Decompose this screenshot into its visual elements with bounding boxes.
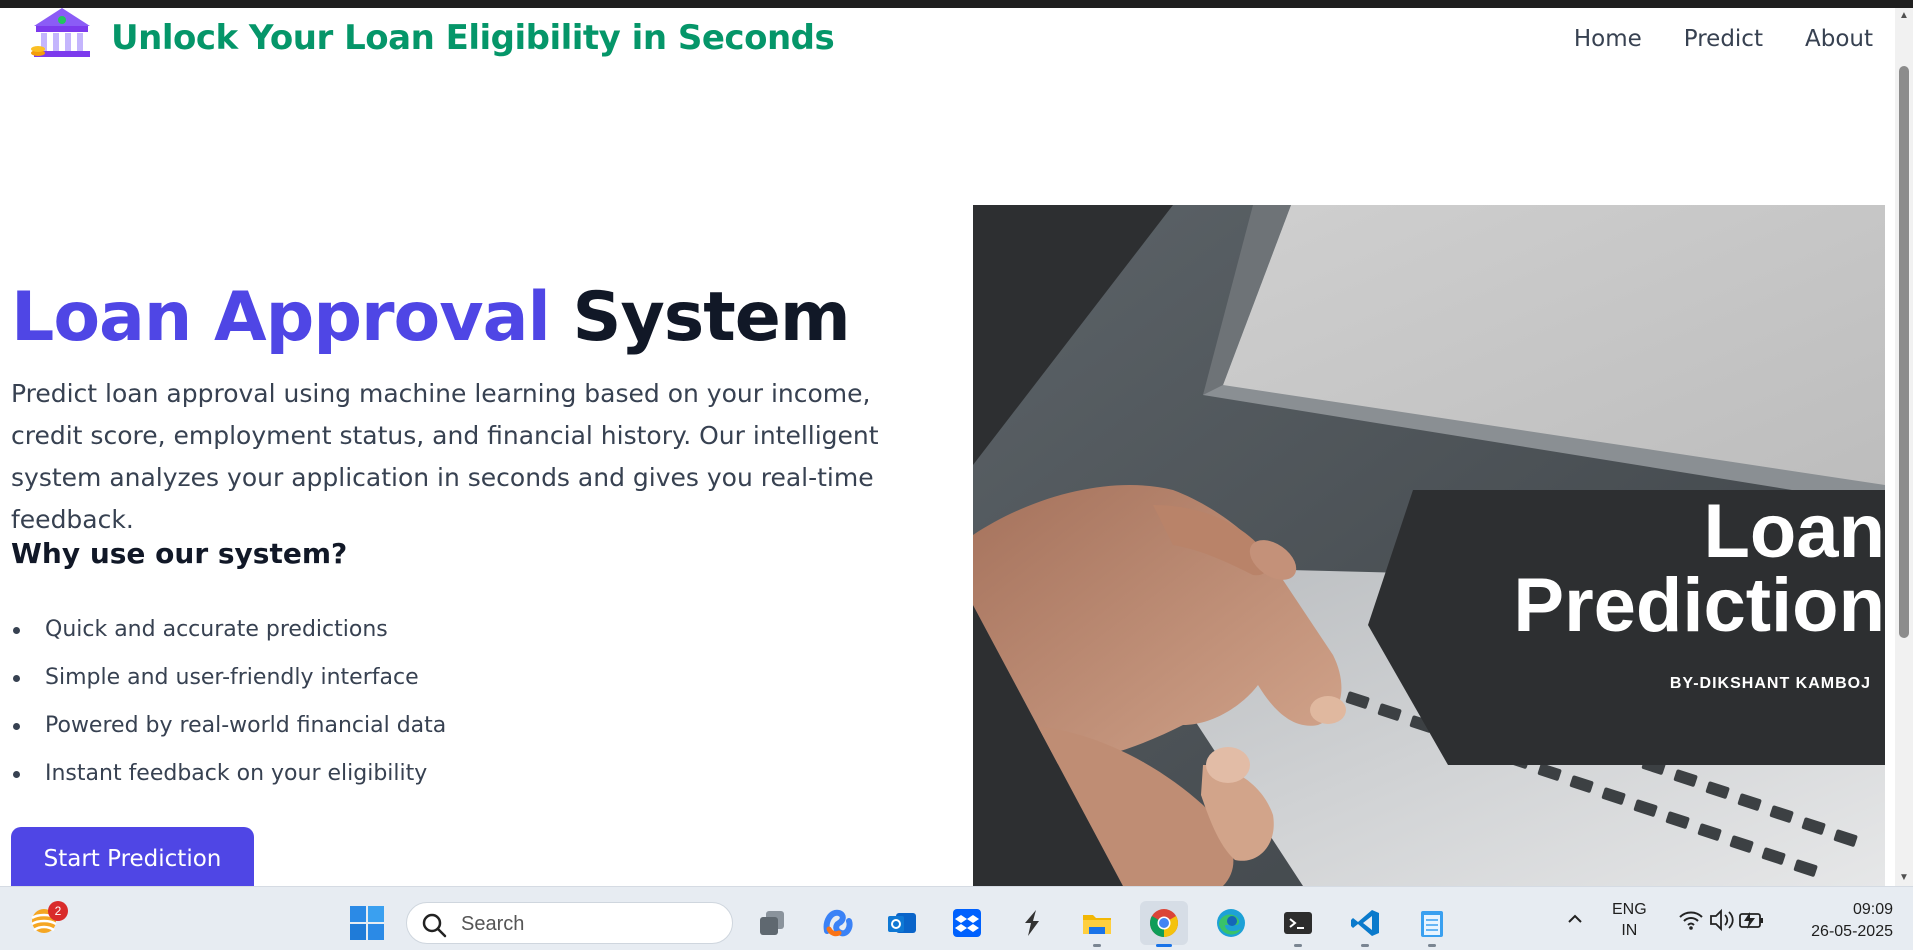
region-code: IN — [1621, 922, 1638, 939]
terminal-icon[interactable] — [1274, 901, 1322, 947]
search-placeholder: Search — [461, 913, 525, 935]
clock-time: 09:09 — [1852, 901, 1893, 918]
chrome-icon[interactable] — [1140, 901, 1188, 947]
running-indicator — [1294, 944, 1302, 947]
feature-list: Quick and accurate predictions Simple an… — [11, 612, 446, 804]
windows-taskbar: 2 Search ENG IN 09:09 26-05-2025 — [0, 886, 1913, 950]
language-code: ENG — [1612, 901, 1647, 918]
bank-building-icon[interactable] — [28, 8, 96, 60]
running-indicator — [1428, 944, 1436, 947]
image-title: Loan Prediction — [1405, 489, 1885, 648]
search-icon — [422, 913, 447, 938]
nav-predict-link[interactable]: Predict — [1684, 26, 1763, 52]
language-indicator[interactable]: ENG IN — [1612, 899, 1647, 941]
why-heading: Why use our system? — [11, 537, 348, 570]
running-indicator — [1093, 944, 1101, 947]
feature-item: Instant feedback on your eligibility — [11, 756, 446, 804]
image-title-line2: Prediction — [1513, 563, 1885, 648]
feature-item: Simple and user-friendly interface — [11, 660, 446, 708]
hero-description: Predict loan approval using machine lear… — [11, 379, 879, 534]
image-title-line1: Loan — [1703, 489, 1885, 574]
page-scrollbar[interactable]: ▲ ▼ — [1895, 8, 1913, 886]
image-byline: BY-DIKSHANT KAMBOJ — [1669, 675, 1871, 692]
nav-about-link[interactable]: About — [1805, 26, 1873, 52]
edge-icon[interactable] — [1207, 901, 1255, 945]
scroll-down-arrow-icon[interactable]: ▼ — [1898, 872, 1910, 884]
outlook-icon[interactable] — [878, 901, 926, 945]
notification-badge: 2 — [48, 901, 68, 921]
clock-date: 26-05-2025 — [1811, 923, 1893, 940]
nav-home-link[interactable]: Home — [1574, 26, 1642, 52]
hero-title-accent: Loan Approval — [11, 278, 551, 357]
hero-title-rest: System — [572, 278, 850, 357]
hero-image: Loan Prediction BY-DIKSHANT KAMBOJ — [973, 205, 1885, 886]
brand-title: Unlock Your Loan Eligibility in Seconds — [111, 18, 835, 58]
system-clock[interactable]: 09:09 26-05-2025 — [1811, 899, 1893, 943]
file-explorer-icon[interactable] — [1073, 901, 1121, 947]
windows-start-icon[interactable] — [349, 905, 385, 941]
task-view-icon[interactable] — [748, 901, 796, 945]
running-indicator — [1156, 944, 1172, 947]
running-indicator — [1361, 944, 1369, 947]
hero-title: Loan Approval System — [11, 278, 851, 357]
system-tray-icons[interactable] — [1678, 907, 1764, 933]
site-header: Unlock Your Loan Eligibility in Seconds … — [0, 8, 1895, 72]
dropbox-icon[interactable] — [943, 901, 991, 945]
taskbar-search[interactable]: Search — [406, 902, 733, 944]
volume-icon — [1710, 908, 1734, 932]
scroll-thumb[interactable] — [1899, 66, 1909, 638]
chevron-up-icon[interactable] — [1565, 909, 1585, 929]
wifi-icon — [1679, 911, 1703, 926]
feature-item: Powered by real-world financial data — [11, 708, 446, 756]
copilot-icon[interactable] — [813, 901, 861, 945]
notepad-icon[interactable] — [1408, 901, 1456, 947]
feature-item: Quick and accurate predictions — [11, 612, 446, 660]
vscode-icon[interactable] — [1341, 901, 1389, 947]
main-nav: Home Predict About — [1574, 26, 1873, 52]
scroll-up-arrow-icon[interactable]: ▲ — [1898, 10, 1910, 22]
browser-top-strip — [0, 0, 1913, 8]
battery-icon — [1739, 912, 1763, 929]
sublime-text-icon[interactable] — [1008, 901, 1056, 945]
